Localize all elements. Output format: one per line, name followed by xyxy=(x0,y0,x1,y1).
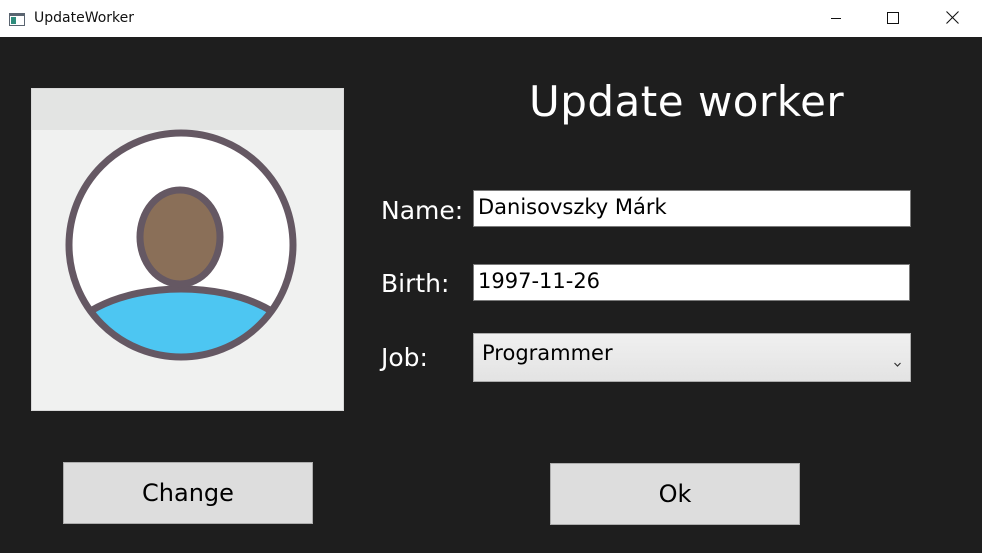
worker-photo xyxy=(31,88,344,411)
change-button-label: Change xyxy=(142,479,234,507)
ok-button[interactable]: Ok xyxy=(550,463,800,525)
maximize-button[interactable] xyxy=(870,0,916,37)
job-select-value: Programmer xyxy=(482,341,613,365)
change-photo-button[interactable]: Change xyxy=(63,462,313,524)
form-heading: Update worker xyxy=(529,77,845,126)
minimize-icon xyxy=(830,9,842,28)
close-icon xyxy=(945,9,959,28)
job-label: Job: xyxy=(381,343,428,372)
minimize-button[interactable] xyxy=(813,0,859,37)
name-field[interactable]: Danisovszky Márk xyxy=(473,190,911,227)
birth-label: Birth: xyxy=(381,269,450,298)
maximize-icon xyxy=(887,9,899,28)
close-button[interactable] xyxy=(929,0,975,37)
birth-field[interactable]: 1997-11-26 xyxy=(473,264,910,301)
app-window-icon xyxy=(9,11,25,26)
chevron-down-icon xyxy=(893,350,902,367)
ok-button-label: Ok xyxy=(658,480,692,508)
window-title: UpdateWorker xyxy=(34,10,135,26)
title-bar[interactable]: UpdateWorker xyxy=(0,0,982,37)
job-select[interactable]: Programmer xyxy=(473,333,911,382)
window-client-area: Update worker Name: Danisovszky Márk Bir… xyxy=(0,37,982,553)
name-label: Name: xyxy=(381,196,464,225)
